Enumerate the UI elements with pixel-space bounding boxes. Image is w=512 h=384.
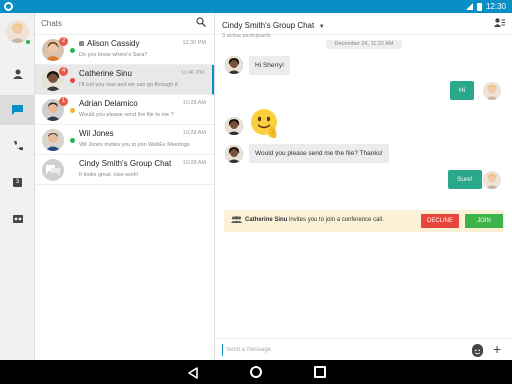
message-preview: Would you please send the file to me ? <box>79 112 174 118</box>
contact-name: Wil Jones <box>79 129 114 138</box>
message-preview: Do you know where's Sara? <box>79 52 148 58</box>
avatar <box>225 117 243 135</box>
nav-rail: 3 <box>0 13 35 360</box>
participants-icon[interactable] <box>494 18 505 29</box>
avatar <box>483 171 501 189</box>
timestamp: 11:46 PM <box>180 70 204 76</box>
chat-row-wil-jones[interactable]: Wil Jones Wil Jones invites you to join … <box>35 125 214 155</box>
back-icon[interactable] <box>187 366 199 379</box>
calendar-icon: 3 <box>13 177 22 187</box>
phone-icon <box>13 139 23 154</box>
presence-dot <box>70 108 75 113</box>
battery-icon <box>476 2 482 11</box>
recent-apps-icon[interactable] <box>314 366 326 378</box>
app-logo-icon <box>4 2 13 11</box>
participant-count: 3 active participants <box>222 33 271 39</box>
presence-dot <box>70 78 75 83</box>
signal-icon <box>465 3 473 10</box>
nav-meetings[interactable]: 3 <box>0 167 35 197</box>
status-bar: 12:30 <box>0 0 512 13</box>
avatar <box>42 129 64 151</box>
decline-button[interactable]: DECLINE <box>421 214 459 228</box>
contact-name: Adrian Delamico <box>79 99 138 108</box>
home-icon[interactable] <box>250 366 262 378</box>
presence-dot <box>70 138 75 143</box>
unread-badge: 1 <box>59 97 68 106</box>
nav-contacts[interactable] <box>0 59 35 89</box>
message-preview: Wil Jones invites you to join WebEx Meet… <box>79 142 192 148</box>
timestamp: 10:28 AM <box>182 130 206 136</box>
contact-name: Catherine Sinu <box>79 69 132 78</box>
avatar <box>483 82 501 100</box>
message-bubble-incoming: Hi Sherry! <box>249 56 290 75</box>
chat-list-header: Chats <box>35 13 214 35</box>
date-separator: December 24, 11:22 AM <box>326 40 402 49</box>
message-input[interactable] <box>222 344 462 356</box>
avatar <box>225 145 243 163</box>
presence-dot <box>70 48 75 53</box>
status-icons: 12:30 <box>465 1 506 12</box>
chat-row-catherine-sinu[interactable]: 4 Catherine Sinu I'll call you now and w… <box>35 65 214 95</box>
message-bubble-outgoing: Sure! <box>448 170 482 189</box>
join-button[interactable]: JOIN <box>465 214 503 228</box>
timestamp: 12:30 PM <box>182 40 206 46</box>
conversation-header: Cindy Smith's Group Chat ▼ 3 active part… <box>216 13 512 39</box>
voicemail-icon <box>12 211 23 226</box>
message-bubble-outgoing: Hi <box>450 81 475 100</box>
chat-row-alison-cassidy[interactable]: 2 Alison Cassidy Do you know where's Sar… <box>35 35 214 65</box>
conference-invite-banner: Catherine Sinu invites you to join a con… <box>224 210 504 232</box>
conversation-title[interactable]: Cindy Smith's Group Chat <box>222 21 314 30</box>
unread-badge: 2 <box>59 37 68 46</box>
system-nav-bar <box>0 360 512 384</box>
contact-name: Cindy Smith's Group Chat <box>79 159 172 168</box>
emoji-icon[interactable] <box>472 344 483 357</box>
group-icon <box>231 216 242 225</box>
search-icon[interactable] <box>196 17 206 30</box>
unread-badge: 4 <box>59 67 68 76</box>
message-composer: + <box>216 338 512 360</box>
timestamp: 10:28 AM <box>182 160 206 166</box>
emoji-sticker <box>250 108 280 140</box>
add-attachment-icon[interactable]: + <box>493 341 501 357</box>
chat-row-adrian-delamico[interactable]: 1 Adrian Delamico Would you please send … <box>35 95 214 125</box>
person-icon <box>12 67 23 82</box>
chat-list-title: Chats <box>41 19 62 28</box>
group-chat-icon <box>42 159 64 181</box>
my-presence-dot <box>25 39 31 45</box>
message-bubble-incoming: Would you please send me the file? Thank… <box>249 144 389 163</box>
contact-name: Alison Cassidy <box>79 39 139 48</box>
clock: 12:30 <box>485 2 506 11</box>
chat-bubble-icon <box>12 103 23 118</box>
timestamp: 10:28 AM <box>182 100 206 106</box>
chat-row-group-chat[interactable]: Cindy Smith's Group Chat It looks great,… <box>35 155 214 185</box>
nav-calls[interactable] <box>0 131 35 161</box>
invite-text: Catherine Sinu invites you to join a con… <box>245 217 384 223</box>
message-preview: I'll call you now and we can go through … <box>79 82 180 88</box>
nav-voicemail[interactable] <box>0 203 35 233</box>
message-preview: It looks great, nice work! <box>79 172 139 178</box>
chevron-down-icon[interactable]: ▼ <box>319 24 325 30</box>
lock-icon <box>79 41 84 47</box>
chat-list: Chats 2 Alison Cassidy Do you know where… <box>35 13 215 360</box>
avatar <box>225 56 243 74</box>
nav-chats[interactable] <box>0 95 35 125</box>
conversation-pane: Cindy Smith's Group Chat ▼ 3 active part… <box>216 13 512 360</box>
